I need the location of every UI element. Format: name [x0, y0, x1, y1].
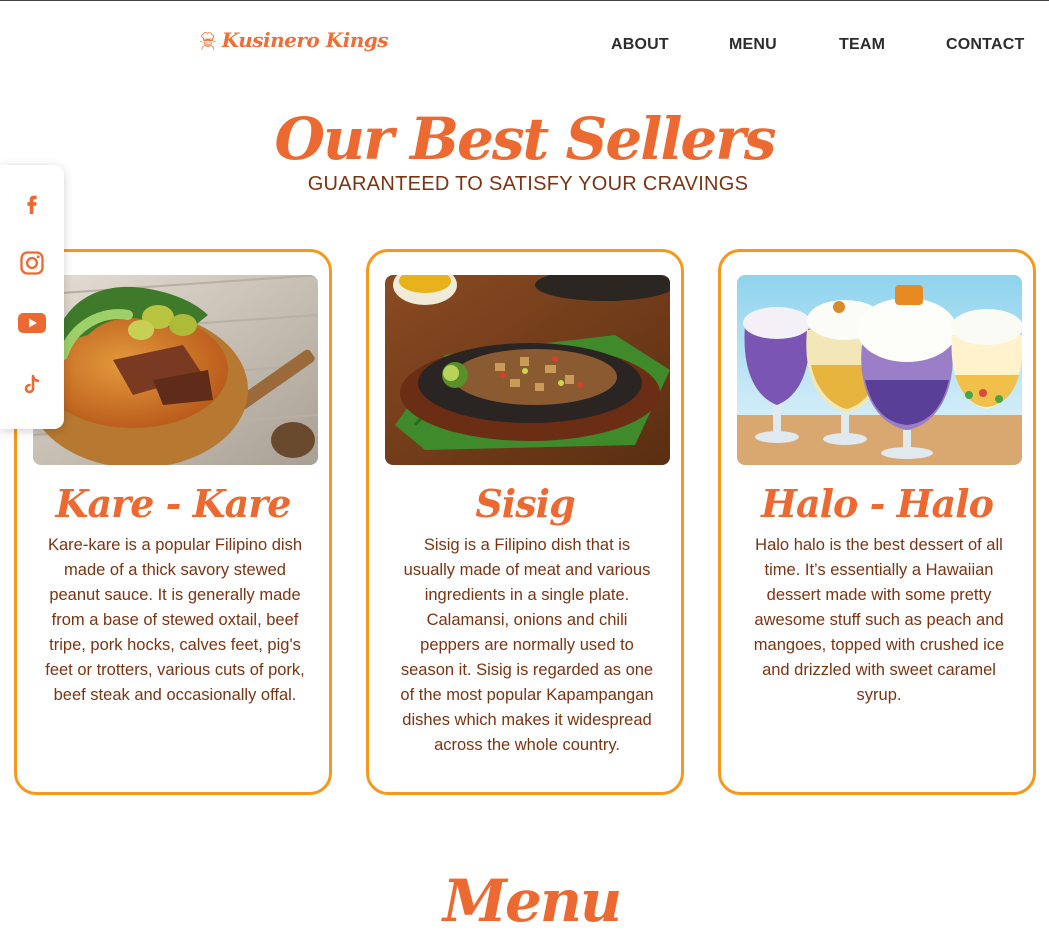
social-sidebar	[0, 165, 64, 429]
youtube-icon[interactable]	[17, 308, 47, 338]
card-description: Sisig is a Filipino dish that is usually…	[400, 536, 654, 754]
sisig-image	[385, 275, 670, 465]
section-title: Our Best Sellers	[274, 105, 777, 173]
instagram-icon[interactable]	[17, 248, 47, 278]
best-seller-card-halo-halo: Halo - Halo Halo halo is the best desser…	[718, 249, 1036, 795]
facebook-icon[interactable]	[17, 188, 47, 218]
best-seller-card-sisig: Sisig Sisig is a Filipino dish that is u…	[366, 249, 684, 795]
nav-contact-link[interactable]: CONTACT	[946, 36, 1024, 54]
nav-about-link[interactable]: ABOUT	[611, 36, 669, 54]
kare-kare-image	[33, 275, 318, 465]
card-title: Kare - Kare	[55, 481, 292, 526]
nav-team-link[interactable]: TEAM	[839, 36, 885, 54]
card-title: Sisig	[475, 481, 575, 526]
card-title: Halo - Halo	[761, 481, 994, 526]
top-border-line	[0, 0, 1049, 1]
card-description: Halo halo is the best dessert of all tim…	[753, 536, 1005, 704]
section-subtitle: GUARANTEED TO SATISFY YOUR CRAVINGS	[307, 173, 749, 195]
halo-halo-image	[737, 275, 1022, 465]
main-nav: ABOUT MENU TEAM CONTACT	[0, 36, 1049, 56]
nav-menu-link[interactable]: MENU	[729, 36, 777, 54]
tiktok-icon[interactable]	[17, 370, 47, 400]
menu-section-title: Menu	[442, 867, 622, 935]
card-description: Kare-kare is a popular Filipino dish mad…	[45, 536, 305, 704]
